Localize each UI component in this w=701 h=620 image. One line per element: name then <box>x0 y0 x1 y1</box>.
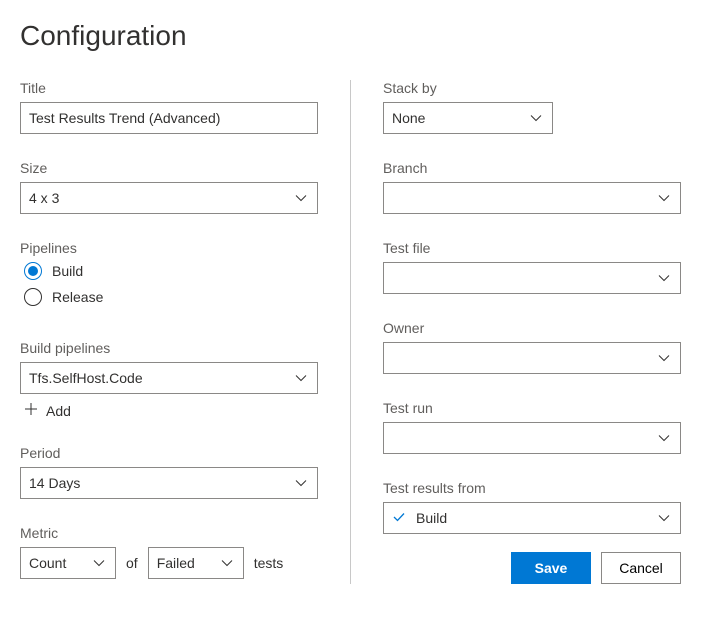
stackby-field: Stack by None <box>383 80 681 134</box>
period-value: 14 Days <box>29 475 80 491</box>
resultsfrom-select[interactable]: Build <box>383 502 681 534</box>
save-button[interactable]: Save <box>511 552 591 584</box>
chevron-down-icon <box>658 512 670 524</box>
stackby-select[interactable]: None <box>383 102 553 134</box>
chevron-down-icon <box>658 272 670 284</box>
build-pipelines-label: Build pipelines <box>20 340 318 356</box>
owner-select[interactable] <box>383 342 681 374</box>
radio-release[interactable]: Release <box>20 288 318 306</box>
metric-of-text: of <box>126 555 138 571</box>
testfile-select[interactable] <box>383 262 681 294</box>
check-icon <box>392 510 406 527</box>
build-pipelines-field: Build pipelines Tfs.SelfHost.Code Add <box>20 340 318 419</box>
metric-field: Metric Count of Failed tests <box>20 525 318 579</box>
period-field: Period 14 Days <box>20 445 318 499</box>
testfile-label: Test file <box>383 240 681 256</box>
stackby-label: Stack by <box>383 80 681 96</box>
metric-count-value: Count <box>29 555 66 571</box>
size-label: Size <box>20 160 318 176</box>
radio-icon-checked <box>24 262 42 280</box>
period-select[interactable]: 14 Days <box>20 467 318 499</box>
add-pipeline-button[interactable]: Add <box>20 394 318 419</box>
cancel-button[interactable]: Cancel <box>601 552 681 584</box>
title-input[interactable] <box>20 102 318 134</box>
chevron-down-icon <box>221 557 233 569</box>
chevron-down-icon <box>93 557 105 569</box>
size-value: 4 x 3 <box>29 190 59 206</box>
chevron-down-icon <box>658 432 670 444</box>
chevron-down-icon <box>295 192 307 204</box>
radio-build-label: Build <box>52 263 83 279</box>
pipelines-field: Pipelines Build Release <box>20 240 318 314</box>
size-field: Size 4 x 3 <box>20 160 318 214</box>
chevron-down-icon <box>530 112 542 124</box>
chevron-down-icon <box>658 352 670 364</box>
add-label: Add <box>46 403 71 419</box>
resultsfrom-label: Test results from <box>383 480 681 496</box>
chevron-down-icon <box>295 372 307 384</box>
metric-failed-select[interactable]: Failed <box>148 547 244 579</box>
stackby-value: None <box>392 110 425 126</box>
metric-failed-value: Failed <box>157 555 195 571</box>
page-title: Configuration <box>20 20 681 52</box>
title-label: Title <box>20 80 318 96</box>
build-pipelines-select[interactable]: Tfs.SelfHost.Code <box>20 362 318 394</box>
metric-count-select[interactable]: Count <box>20 547 116 579</box>
radio-icon-unchecked <box>24 288 42 306</box>
branch-field: Branch <box>383 160 681 214</box>
owner-field: Owner <box>383 320 681 374</box>
branch-select[interactable] <box>383 182 681 214</box>
testrun-label: Test run <box>383 400 681 416</box>
build-pipelines-value: Tfs.SelfHost.Code <box>29 370 143 386</box>
metric-label: Metric <box>20 525 318 541</box>
chevron-down-icon <box>295 477 307 489</box>
testfile-field: Test file <box>383 240 681 294</box>
period-label: Period <box>20 445 318 461</box>
size-select[interactable]: 4 x 3 <box>20 182 318 214</box>
resultsfrom-field: Test results from Build <box>383 480 681 534</box>
title-field: Title <box>20 80 318 134</box>
resultsfrom-value: Build <box>416 510 447 526</box>
owner-label: Owner <box>383 320 681 336</box>
plus-icon <box>24 402 38 419</box>
testrun-select[interactable] <box>383 422 681 454</box>
radio-build[interactable]: Build <box>20 262 318 280</box>
radio-release-label: Release <box>52 289 103 305</box>
metric-tests-text: tests <box>254 555 284 571</box>
chevron-down-icon <box>658 192 670 204</box>
testrun-field: Test run <box>383 400 681 454</box>
branch-label: Branch <box>383 160 681 176</box>
button-row: Save Cancel <box>383 552 681 584</box>
pipelines-label: Pipelines <box>20 240 318 256</box>
